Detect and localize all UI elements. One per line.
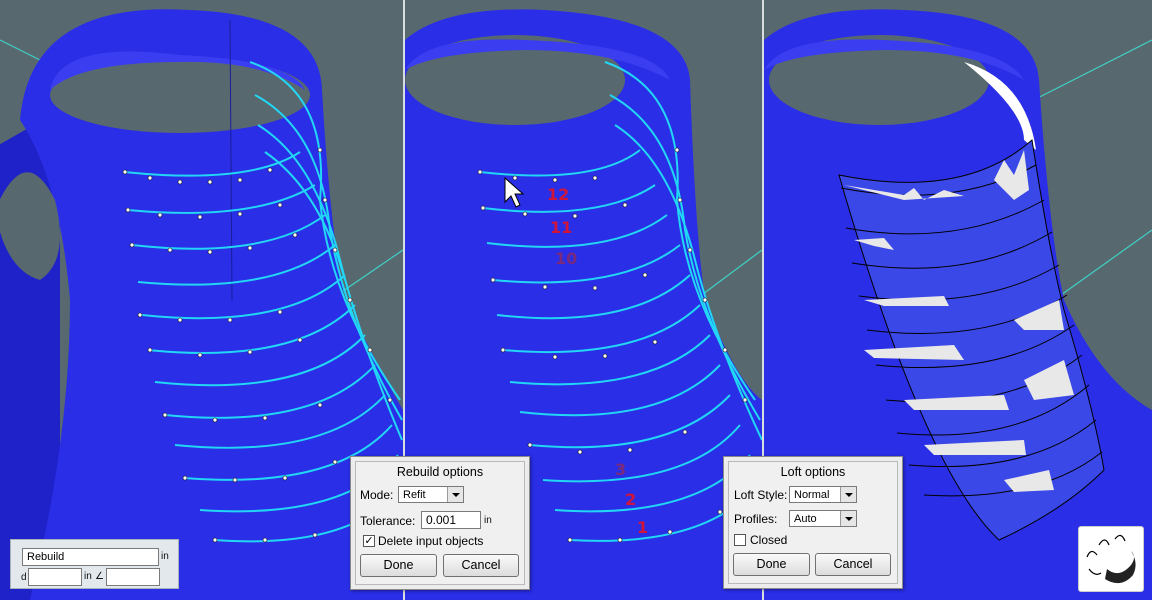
closed-label: Closed: [750, 533, 788, 547]
closed-checkbox[interactable]: [734, 534, 746, 546]
profiles-select[interactable]: Auto: [789, 510, 857, 527]
rebuild-options-dialog: Rebuild options Mode: Refit Tolerance: 0…: [350, 456, 530, 590]
loft-style-label: Loft Style:: [734, 488, 788, 502]
angle-icon: ∠: [95, 571, 104, 582]
curve-number-1: 1: [637, 518, 649, 537]
rebuild-dialog-title: Rebuild options: [396, 465, 484, 479]
chevron-down-icon[interactable]: [447, 487, 463, 502]
curve-number-10: 10: [555, 249, 578, 268]
command-input[interactable]: Rebuild: [22, 548, 159, 566]
angle-input[interactable]: [106, 568, 160, 586]
app-logo-graphic: [1086, 534, 1136, 584]
distance-input[interactable]: [28, 568, 82, 586]
tolerance-input[interactable]: 0.001: [421, 511, 481, 529]
curve-number-12: 12: [547, 185, 570, 204]
loft-dialog-title: Loft options: [780, 465, 846, 479]
mode-select[interactable]: Refit: [398, 486, 464, 503]
mode-select-value: Refit: [403, 489, 426, 501]
done-button[interactable]: Done: [360, 554, 437, 577]
viewport-1[interactable]: [0, 0, 403, 600]
loft-options-dialog: Loft options Loft Style: Normal Profiles…: [723, 456, 903, 589]
command-line-panel: Rebuild in d in ∠: [10, 539, 179, 589]
curve-number-2: 2: [625, 490, 637, 509]
command-unit-label: in: [161, 551, 169, 562]
delete-input-objects-label: Delete input objects: [378, 534, 484, 548]
loft-style-value: Normal: [794, 489, 830, 501]
distance-unit-label: in: [84, 571, 92, 582]
viewport-1-scene: [0, 9, 403, 600]
curve-number-11: 11: [550, 218, 573, 237]
profiles-label: Profiles:: [734, 512, 778, 526]
app-logo-icon: [1078, 526, 1144, 592]
chevron-down-icon[interactable]: [840, 487, 856, 502]
chevron-down-icon[interactable]: [840, 511, 856, 526]
done-button[interactable]: Done: [733, 553, 810, 576]
mode-label: Mode:: [360, 488, 394, 502]
distance-prefix-label: d: [21, 572, 27, 583]
cancel-button[interactable]: Cancel: [815, 553, 891, 576]
curve-number-3: 3: [615, 460, 627, 479]
loft-style-select[interactable]: Normal: [789, 486, 857, 503]
tolerance-unit-label: in: [484, 515, 492, 526]
delete-input-objects-checkbox[interactable]: ✓: [363, 535, 375, 547]
tolerance-label: Tolerance:: [360, 514, 416, 528]
cancel-button[interactable]: Cancel: [443, 554, 519, 577]
profiles-value: Auto: [794, 513, 817, 525]
